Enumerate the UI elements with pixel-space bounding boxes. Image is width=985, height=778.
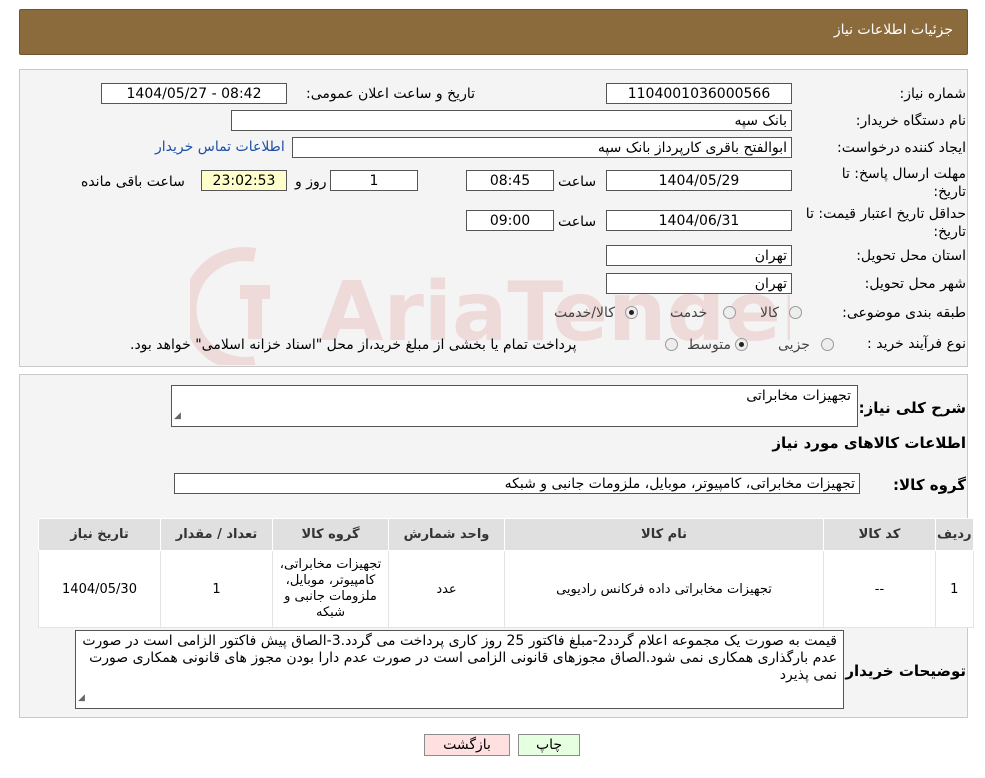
resize-handle-icon[interactable]: ◢ — [174, 408, 181, 425]
category-label: طبقه بندی موضوعی: — [842, 305, 966, 321]
deadline-date-field: 1404/05/29 — [606, 170, 792, 191]
need-number-label: شماره نیاز: — [899, 86, 967, 102]
col-name-header: نام کالا — [504, 518, 824, 551]
summary-field: تجهیزات مخابراتی ◢ — [171, 385, 858, 427]
group-field: تجهیزات مخابراتی، کامپیوتر، موبایل، ملزو… — [174, 473, 860, 494]
process-option-minor: جزیی — [778, 337, 810, 353]
cell-group: تجهیزات مخابراتی، کامپیوتر، موبایل، ملزو… — [272, 550, 389, 628]
process-note: پرداخت تمام یا بخشی از مبلغ خرید،از محل … — [130, 337, 577, 353]
back-button[interactable]: بازگشت — [424, 734, 510, 756]
cell-unit: عدد — [388, 550, 505, 628]
print-button[interactable]: چاپ — [518, 734, 580, 756]
category-radio-goods[interactable] — [789, 306, 802, 319]
process-radio-minor[interactable] — [821, 338, 834, 351]
validity-time-field: 09:00 — [466, 210, 554, 231]
category-radio-service[interactable] — [723, 306, 736, 319]
province-field: تهران — [606, 245, 792, 266]
page-title: جزئیات اطلاعات نیاز — [833, 22, 953, 38]
buyer-notes-field: قیمت به صورت یک مجموعه اعلام گردد2-مبلغ … — [75, 630, 844, 709]
deadline-time-field: 08:45 — [466, 170, 554, 191]
city-field: تهران — [606, 273, 792, 294]
buyer-org-label: نام دستگاه خریدار: — [855, 113, 966, 129]
category-radio-goods-service[interactable] — [625, 306, 638, 319]
col-index-header: ردیف — [935, 518, 974, 551]
cell-date: 1404/05/30 — [38, 550, 161, 628]
col-date-header: تاریخ نیاز — [38, 518, 161, 551]
contact-buyer-link[interactable]: اطلاعات تماس خریدار — [155, 139, 285, 155]
process-label: نوع فرآیند خرید : — [867, 336, 966, 352]
group-label: گروه کالا: — [893, 476, 966, 494]
col-unit-header: واحد شمارش — [388, 518, 505, 551]
summary-text: تجهیزات مخابراتی — [746, 388, 851, 404]
city-label: شهر محل تحویل: — [864, 276, 966, 292]
category-option-goods: کالا — [760, 305, 779, 321]
col-code-header: کد کالا — [823, 518, 936, 551]
page-header: جزئیات اطلاعات نیاز — [19, 9, 968, 55]
table-header-row: ردیف کد کالا نام کالا واحد شمارش گروه کا… — [38, 518, 974, 551]
cell-qty: 1 — [160, 550, 273, 628]
cell-index: 1 — [935, 550, 974, 628]
days-remaining-field: 1 — [330, 170, 418, 191]
cell-code: -- — [823, 550, 936, 628]
table-row[interactable]: 1 -- تجهیزات مخابراتی داده فرکانس رادیوی… — [38, 550, 974, 628]
announce-label: تاریخ و ساعت اعلان عمومی: — [306, 86, 475, 102]
deadline-label: مهلت ارسال پاسخ: تا — [841, 166, 966, 182]
cell-name: تجهیزات مخابراتی داده فرکانس رادیویی — [504, 550, 824, 628]
time-remaining-field: 23:02:53 — [201, 170, 287, 191]
validity-date-field: 1404/06/31 — [606, 210, 792, 231]
category-option-service: خدمت — [670, 305, 708, 321]
goods-info-title: اطلاعات کالاهای مورد نیاز — [772, 434, 966, 452]
summary-label: شرح کلی نیاز: — [858, 399, 966, 417]
announce-field: 1404/05/27 - 08:42 — [101, 83, 287, 104]
col-qty-header: تعداد / مقدار — [160, 518, 273, 551]
creator-label: ایجاد کننده درخواست: — [837, 140, 966, 156]
need-number-field: 1104001036000566 — [606, 83, 792, 104]
time-remaining-label: ساعت باقی مانده — [81, 174, 185, 190]
process-checkbox-treasury[interactable] — [665, 338, 678, 351]
creator-field: ابوالفتح باقری کارپرداز بانک سپه — [292, 137, 792, 158]
buyer-org-field: بانک سپه — [231, 110, 792, 131]
resize-handle-icon[interactable]: ◢ — [78, 690, 85, 707]
buyer-notes-text: قیمت به صورت یک مجموعه اعلام گردد2-مبلغ … — [82, 633, 837, 683]
validity-label-date: تاریخ: — [933, 224, 966, 240]
process-option-medium: متوسط — [687, 337, 731, 353]
items-table-wrapper: ردیف کد کالا نام کالا واحد شمارش گروه کا… — [38, 518, 974, 628]
process-radio-medium[interactable] — [735, 338, 748, 351]
category-option-goods-service: کالا/خدمت — [554, 305, 615, 321]
col-group-header: گروه کالا — [272, 518, 389, 551]
days-label: روز و — [295, 174, 327, 190]
buyer-notes-label: توضیحات خریدار: — [839, 662, 966, 680]
deadline-label-date: تاریخ: — [933, 184, 966, 200]
validity-label: حداقل تاریخ اعتبار قیمت: تا — [805, 206, 966, 222]
province-label: استان محل تحویل: — [856, 248, 966, 264]
validity-time-label: ساعت — [558, 214, 597, 230]
deadline-time-label: ساعت — [558, 174, 597, 190]
items-table: ردیف کد کالا نام کالا واحد شمارش گروه کا… — [38, 518, 974, 628]
